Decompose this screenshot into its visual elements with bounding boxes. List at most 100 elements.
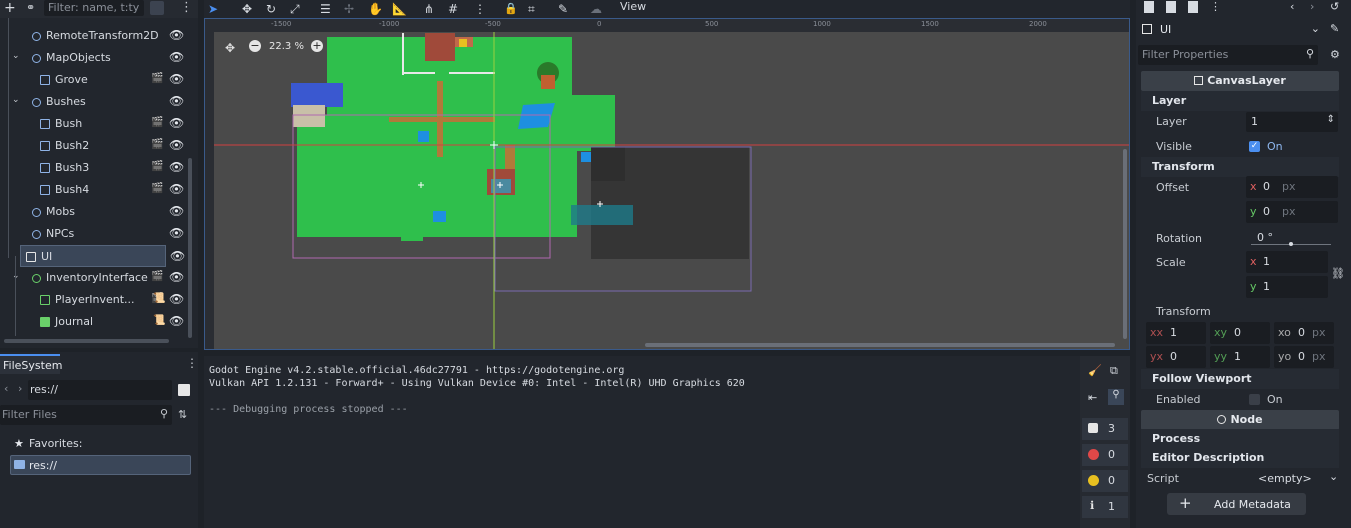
visibility-eye-icon[interactable]: 👁: [169, 28, 184, 42]
node-selector[interactable]: UI ⌄: [1140, 20, 1320, 40]
tree-node-grove[interactable]: Grove 🎬 👁: [0, 69, 196, 91]
scene-scrollbar[interactable]: [188, 158, 192, 338]
attach-script-icon[interactable]: [150, 1, 164, 15]
sort-icon[interactable]: ⇅: [178, 408, 187, 421]
copy-output-icon[interactable]: ⧉: [1110, 364, 1118, 378]
visibility-eye-icon[interactable]: 👁: [169, 138, 184, 152]
res-folder-item[interactable]: res://: [10, 455, 191, 475]
visibility-eye-icon[interactable]: 👁: [170, 249, 185, 263]
tree-node-bush2[interactable]: Bush2 🎬 👁: [0, 135, 196, 157]
visibility-eye-icon[interactable]: 👁: [169, 270, 184, 284]
visible-checkbox[interactable]: ✓: [1249, 141, 1260, 152]
section-layer[interactable]: Layer: [1141, 91, 1339, 111]
script-value[interactable]: <empty>: [1258, 472, 1312, 485]
forward-arrow-icon[interactable]: ›: [18, 382, 22, 395]
filter-properties-input[interactable]: Filter Properties ⚲: [1138, 45, 1318, 65]
visibility-eye-icon[interactable]: 👁: [169, 314, 184, 328]
pan-tool-icon[interactable]: ✋: [368, 2, 384, 16]
filesystem-path-input[interactable]: res://: [28, 380, 172, 400]
open-scene-icon[interactable]: 🎬: [151, 161, 163, 172]
load-resource-icon[interactable]: [1166, 1, 1176, 13]
matrix-yo-field[interactable]: yo 0 px: [1274, 346, 1334, 368]
group-icon[interactable]: ⌗: [528, 2, 544, 16]
toolbar-more-icon[interactable]: ⋮: [474, 2, 490, 16]
viewport-hscroll[interactable]: [645, 343, 1115, 347]
view-menu[interactable]: View: [620, 0, 646, 13]
visibility-eye-icon[interactable]: 👁: [169, 182, 184, 196]
tree-node-ui[interactable]: UI 👁: [20, 245, 185, 267]
tree-node-bush4[interactable]: Bush4 🎬 👁: [0, 179, 196, 201]
viewport-vscroll[interactable]: [1123, 149, 1127, 339]
visibility-eye-icon[interactable]: 👁: [169, 116, 184, 130]
open-scene-icon[interactable]: 🎬: [151, 271, 163, 282]
errors-filter[interactable]: 0: [1082, 444, 1128, 466]
zoom-level[interactable]: 22.3 %: [269, 41, 304, 52]
tree-node-remotetransform2d[interactable]: RemoteTransform2D 👁: [0, 25, 196, 47]
split-mode-icon[interactable]: [178, 384, 190, 396]
collapse-output-icon[interactable]: ⇤: [1088, 391, 1097, 404]
move-tool-icon[interactable]: ✥: [242, 2, 258, 16]
filter-files-input[interactable]: Filter Files ⚲: [0, 405, 172, 425]
scale-tool-icon[interactable]: ⤢: [290, 2, 306, 16]
tree-node-bush3[interactable]: Bush3 🎬 👁: [0, 157, 196, 179]
search-output-icon[interactable]: ⚲: [1108, 389, 1124, 405]
canvas-viewport[interactable]: -1500 -1000 -500 0 500 1000 1500 2000 ✥ …: [204, 18, 1130, 350]
section-editor-description[interactable]: Editor Description: [1141, 448, 1339, 468]
inspector-menu-icon[interactable]: ⋮: [1210, 0, 1221, 13]
warnings-filter[interactable]: 0: [1082, 470, 1128, 492]
scene-filter-input[interactable]: Filter: name, t:ty: [44, 0, 144, 16]
filesystem-menu-icon[interactable]: ⋮: [186, 356, 198, 370]
history-back-icon[interactable]: ‹: [1290, 0, 1294, 13]
rotation-slider-grabber[interactable]: [1289, 242, 1293, 246]
grid-snap-icon[interactable]: #: [448, 2, 464, 16]
section-process[interactable]: Process: [1141, 429, 1339, 449]
visibility-eye-icon[interactable]: 👁: [169, 72, 184, 86]
matrix-yx-field[interactable]: yx 0: [1146, 346, 1206, 368]
chevron-down-icon[interactable]: ⌄: [1329, 470, 1338, 483]
offset-y-field[interactable]: y 0 px: [1246, 201, 1338, 223]
pivot-tool-icon[interactable]: ✢: [344, 2, 360, 16]
scale-y-field[interactable]: y 1: [1246, 276, 1328, 298]
open-scene-icon[interactable]: 🎬: [151, 139, 163, 150]
select-tool-icon[interactable]: ➤: [208, 2, 224, 16]
tree-node-inventoryinterface[interactable]: ⌄InventoryInterface🎬👁: [0, 267, 196, 289]
list-select-icon[interactable]: ☰: [320, 2, 336, 16]
matrix-yy-field[interactable]: yy 1: [1210, 346, 1270, 368]
visibility-eye-icon[interactable]: 👁: [169, 226, 184, 240]
visibility-eye-icon[interactable]: 👁: [169, 204, 184, 218]
tree-node-mapobjects[interactable]: ⌄ MapObjects 👁: [0, 47, 196, 69]
new-resource-icon[interactable]: [1144, 1, 1154, 13]
messages-filter[interactable]: 3: [1082, 418, 1128, 440]
layer-spinbox[interactable]: 1 ⇕: [1246, 112, 1338, 132]
tree-node-mobs[interactable]: Mobs 👁: [0, 201, 196, 223]
property-settings-icon[interactable]: ⚙: [1330, 48, 1340, 61]
offset-x-field[interactable]: x 0 px: [1246, 176, 1338, 198]
script-icon[interactable]: 📜: [153, 315, 165, 326]
cloud-icon[interactable]: ☁: [590, 2, 606, 16]
ruler-tool-icon[interactable]: 📐: [392, 2, 408, 16]
lock-icon[interactable]: 🔒: [504, 2, 520, 16]
scale-x-field[interactable]: x 1: [1246, 251, 1328, 273]
tree-node-npcs[interactable]: NPCs 👁: [0, 223, 196, 245]
add-node-icon[interactable]: +: [4, 1, 16, 15]
snap-toggle-icon[interactable]: ⋔: [424, 2, 440, 16]
node-info-icon[interactable]: ✎: [1330, 22, 1339, 35]
zoom-out-icon[interactable]: −: [249, 40, 261, 52]
collapse-arrow-icon[interactable]: ⌄: [12, 51, 20, 61]
tree-node-playerinvent[interactable]: PlayerInvent... 🎬 📜 👁: [0, 289, 196, 311]
matrix-xo-field[interactable]: xo 0 px: [1274, 322, 1334, 344]
history-icon[interactable]: ↺: [1330, 0, 1339, 13]
filesystem-tab[interactable]: FileSystem: [0, 354, 62, 374]
visibility-eye-icon[interactable]: 👁: [169, 292, 184, 306]
enabled-checkbox[interactable]: [1249, 394, 1260, 405]
add-metadata-button[interactable]: + Add Metadata: [1167, 493, 1306, 515]
rotation-value[interactable]: 0 °: [1257, 231, 1273, 244]
matrix-xx-field[interactable]: xx 1: [1146, 322, 1206, 344]
section-transform[interactable]: Transform: [1141, 157, 1339, 177]
open-scene-icon[interactable]: 🎬: [151, 73, 163, 84]
pan-reset-icon[interactable]: ✥: [225, 41, 235, 55]
link-scale-icon[interactable]: ⛓: [1331, 267, 1345, 280]
clear-output-icon[interactable]: 🧹: [1088, 364, 1102, 377]
visibility-eye-icon[interactable]: 👁: [169, 94, 184, 108]
zoom-in-icon[interactable]: +: [311, 40, 323, 52]
